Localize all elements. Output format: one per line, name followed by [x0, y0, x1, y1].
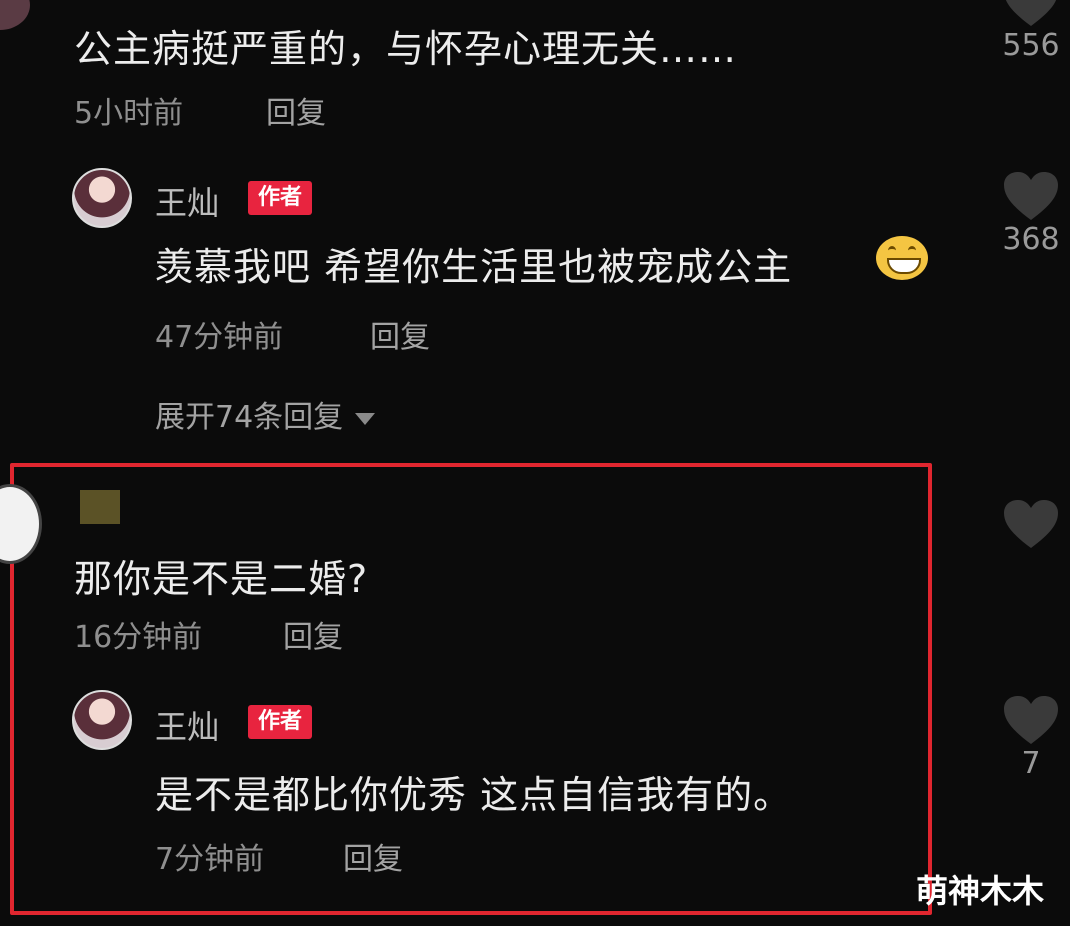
comment-time: 47分钟前 — [155, 320, 284, 355]
avatar[interactable] — [72, 690, 132, 750]
heart-icon — [1004, 172, 1058, 220]
author-badge: 作者 — [248, 181, 313, 215]
comment-time: 5小时前 — [74, 96, 184, 131]
comment-text: 是不是都比你优秀 这点自信我有的。 — [155, 773, 793, 817]
like-count: 368 — [1002, 222, 1060, 257]
watermark: 萌神木木 — [916, 872, 1045, 910]
comment-time: 16分钟前 — [74, 620, 203, 655]
comment-time: 7分钟前 — [155, 842, 265, 877]
heart-icon — [1004, 500, 1058, 548]
reply-button[interactable]: 回复 — [266, 88, 326, 132]
like-button[interactable]: 7 — [996, 694, 1066, 781]
like-button[interactable]: 556 — [996, 0, 1066, 63]
avatar[interactable] — [72, 168, 132, 228]
reply-button[interactable]: 回复 — [370, 312, 430, 356]
grin-emoji-icon — [876, 236, 928, 280]
username-redacted — [80, 490, 120, 524]
heart-icon — [1005, 0, 1057, 26]
like-count: 7 — [1021, 746, 1041, 781]
username[interactable]: 王灿 — [155, 178, 219, 224]
comment-text: 那你是不是二婚? — [74, 557, 369, 601]
expand-replies-label: 展开74条回复 — [155, 400, 344, 435]
comment-text: 羡慕我吧 希望你生活里也被宠成公主 — [155, 245, 793, 289]
reply-button[interactable]: 回复 — [283, 612, 343, 656]
author-badge: 作者 — [248, 705, 313, 739]
partial-avatar — [0, 0, 30, 30]
reply-button[interactable]: 回复 — [343, 834, 403, 878]
comment-text: 公主病挺严重的，与怀孕心理无关…… — [74, 27, 738, 71]
like-count: 556 — [1002, 28, 1060, 63]
username[interactable]: 王灿 — [155, 702, 219, 748]
highlight-box — [10, 463, 932, 915]
like-button[interactable] — [996, 498, 1066, 550]
like-button[interactable]: 368 — [996, 170, 1066, 257]
expand-replies-button[interactable]: 展开74条回复 — [155, 392, 375, 436]
caret-down-icon — [354, 412, 375, 425]
heart-icon — [1004, 696, 1058, 744]
